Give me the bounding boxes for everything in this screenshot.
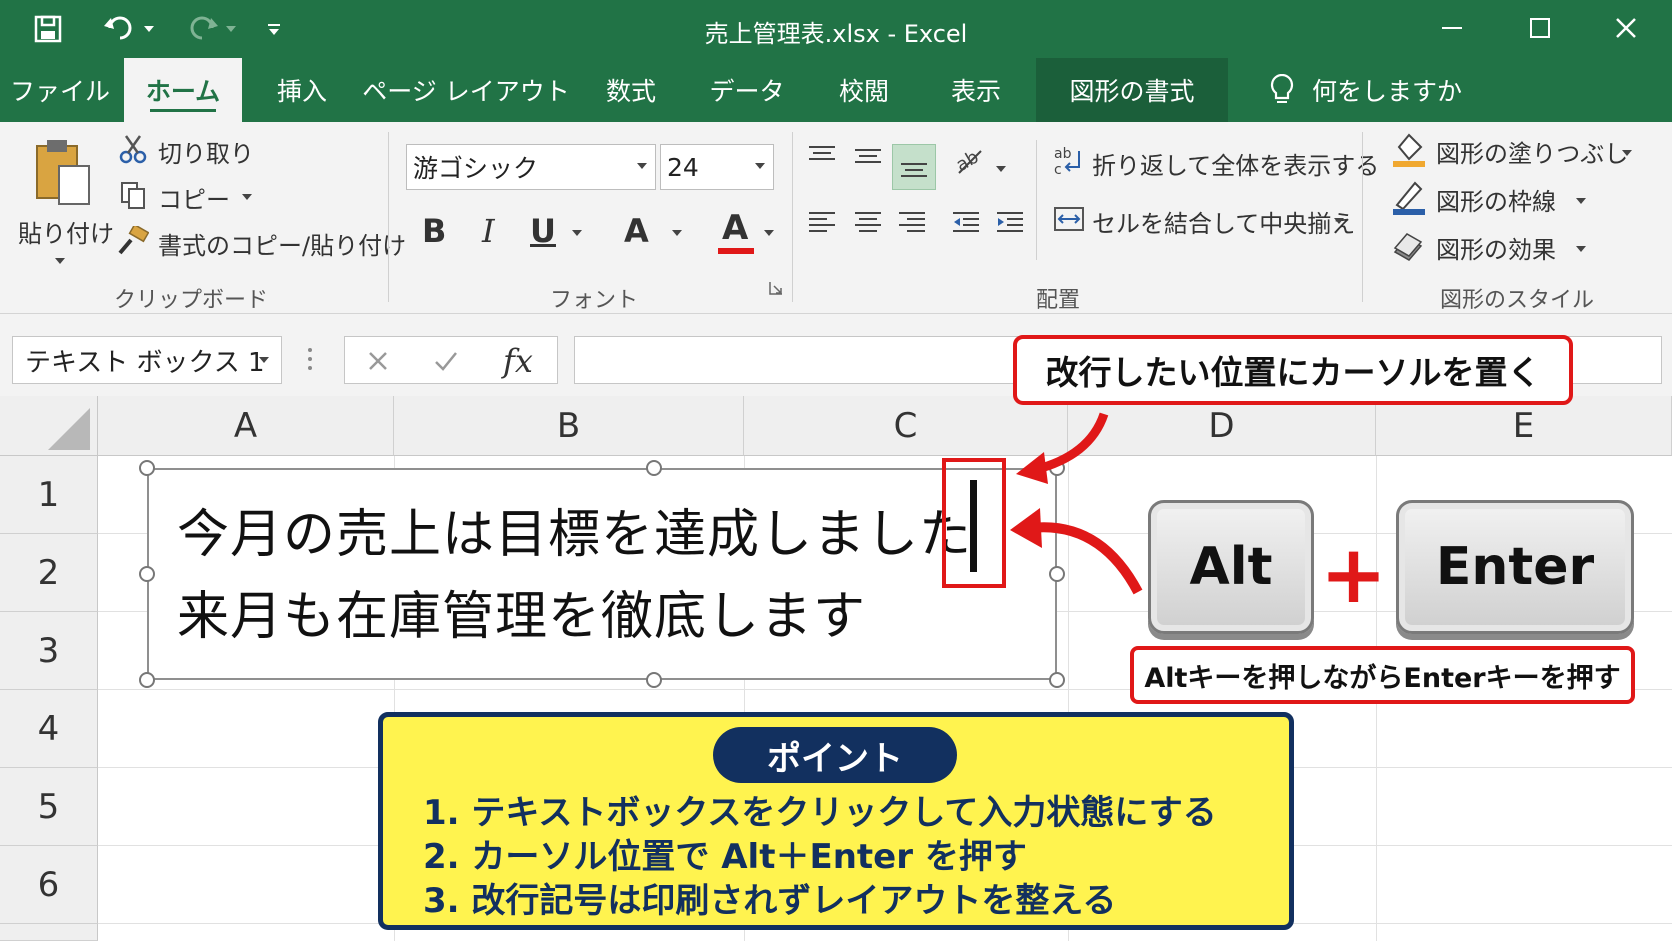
point-box: ポイント 1. テキストボックスをクリックして入力状態にする 2. カーソル位置… bbox=[378, 712, 1294, 930]
enter-key: Enter bbox=[1396, 500, 1634, 634]
point-item-1: 1. テキストボックスをクリックして入力状態にする bbox=[423, 793, 1217, 833]
point-title: ポイント bbox=[713, 727, 957, 783]
arrow-from-keys bbox=[1029, 522, 1143, 595]
key-hint-callout: Altキーを押しながらEnterキーを押す bbox=[1130, 646, 1635, 704]
alt-key: Alt bbox=[1148, 500, 1314, 634]
arrow-head-keys bbox=[1010, 508, 1042, 548]
plus-sign: + bbox=[1320, 528, 1388, 621]
point-item-2: 2. カーソル位置で Alt＋Enter を押す bbox=[423, 837, 1027, 877]
arrow-head-top bbox=[1016, 452, 1048, 484]
point-item-3: 3. 改行記号は印刷されずレイアウトを整える bbox=[423, 881, 1117, 921]
